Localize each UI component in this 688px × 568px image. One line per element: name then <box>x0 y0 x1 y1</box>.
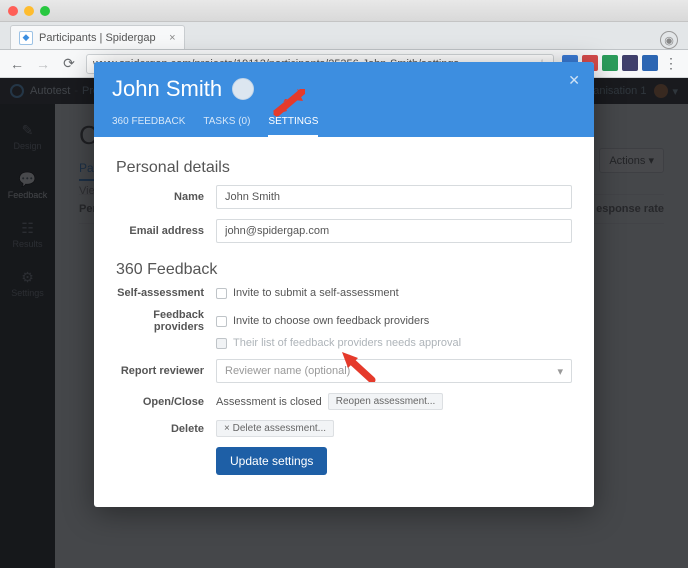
extension-icon[interactable] <box>642 55 658 71</box>
modal-close-button[interactable]: ✕ <box>568 72 580 89</box>
extension-icon[interactable] <box>622 55 638 71</box>
browser-tab[interactable]: ◆ Participants | Spidergap × <box>10 25 185 49</box>
chrome-menu-icon[interactable]: ⋮ <box>662 55 680 73</box>
feedback-providers-text: Invite to choose own feedback providers <box>233 315 429 327</box>
section-personal-details: Personal details <box>116 159 572 177</box>
reviewer-select[interactable]: Reviewer name (optional) ▾ <box>216 359 572 383</box>
chevron-down-icon: ▾ <box>557 365 563 378</box>
update-settings-button[interactable]: Update settings <box>216 447 327 475</box>
modal-body: Personal details Name Email address 360 … <box>94 137 594 507</box>
assessment-status: Assessment is closed <box>216 396 322 408</box>
label-report-reviewer: Report reviewer <box>116 365 216 377</box>
reviewer-placeholder: Reviewer name (optional) <box>225 365 350 377</box>
approval-text: Their list of feedback providers needs a… <box>233 337 461 349</box>
window-titlebar <box>0 0 688 22</box>
tab-title: Participants | Spidergap <box>39 32 156 44</box>
section-360-feedback: 360 Feedback <box>116 261 572 279</box>
close-window-icon[interactable] <box>8 6 18 16</box>
tab-tasks[interactable]: TASKS (0) <box>203 116 250 137</box>
label-feedback-providers: Feedback providers <box>116 309 216 333</box>
feedback-providers-checkbox[interactable] <box>216 316 227 327</box>
self-assessment-text: Invite to submit a self-assessment <box>233 287 399 299</box>
favicon-icon: ◆ <box>19 31 33 45</box>
browser-tabbar: ◆ Participants | Spidergap × ◉ <box>0 22 688 50</box>
forward-button[interactable]: → <box>34 55 52 73</box>
tab-360-feedback[interactable]: 360 FEEDBACK <box>112 116 185 137</box>
minimize-window-icon[interactable] <box>24 6 34 16</box>
tab-settings[interactable]: SETTINGS <box>268 116 318 137</box>
chrome-profile-icon[interactable]: ◉ <box>660 31 678 49</box>
self-assessment-checkbox[interactable] <box>216 288 227 299</box>
approval-checkbox <box>216 338 227 349</box>
traffic-lights <box>8 6 50 16</box>
name-input[interactable] <box>216 185 572 209</box>
extension-icon[interactable] <box>602 55 618 71</box>
reload-button[interactable]: ⟳ <box>60 55 78 73</box>
avatar-icon <box>232 78 254 100</box>
modal-tabs: 360 FEEDBACK TASKS (0) SETTINGS <box>112 116 576 137</box>
tab-close-icon[interactable]: × <box>169 32 175 44</box>
label-self-assessment: Self-assessment <box>116 287 216 299</box>
reopen-assessment-button[interactable]: Reopen assessment... <box>328 393 444 410</box>
delete-assessment-button[interactable]: × Delete assessment... <box>216 420 334 437</box>
back-button[interactable]: ← <box>8 55 26 73</box>
participant-modal: John Smith ✕ 360 FEEDBACK TASKS (0) SETT… <box>94 62 594 507</box>
label-open-close: Open/Close <box>116 396 216 408</box>
modal-title: John Smith <box>112 76 222 102</box>
label-name: Name <box>116 191 216 203</box>
maximize-window-icon[interactable] <box>40 6 50 16</box>
label-email: Email address <box>116 225 216 237</box>
modal-header: John Smith ✕ 360 FEEDBACK TASKS (0) SETT… <box>94 62 594 137</box>
email-input[interactable] <box>216 219 572 243</box>
label-delete: Delete <box>116 423 216 435</box>
